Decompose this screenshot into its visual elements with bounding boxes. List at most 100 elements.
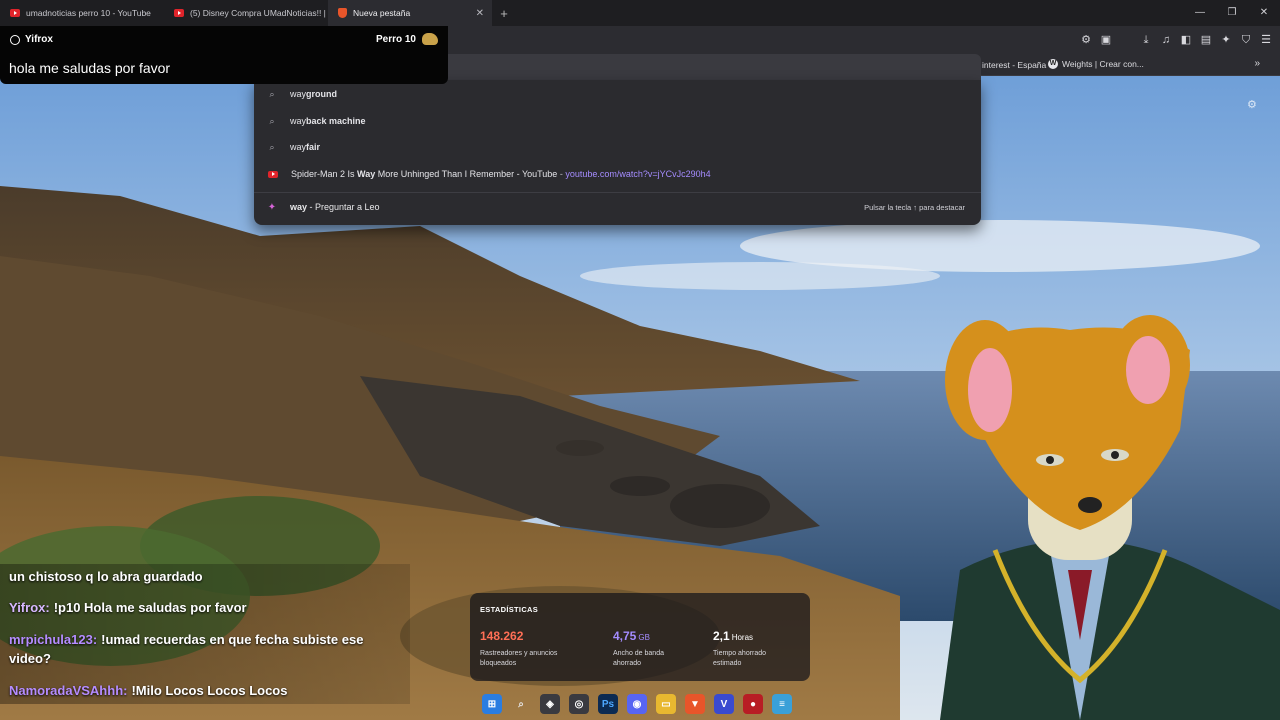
youtube-icon — [268, 170, 278, 178]
suggestion-youtube-video[interactable]: Spider-Man 2 Is Way More Unhinged Than I… — [254, 161, 981, 187]
separator — [1118, 32, 1134, 48]
bookmark-pinterest[interactable]: interest - España — [982, 60, 1046, 70]
stats-title: ESTADÍSTICAS — [480, 605, 539, 614]
suggestion-title-match: Way — [357, 169, 376, 179]
bookmark-label: Weights | Crear con... — [1062, 59, 1144, 69]
stat-desc: bloqueados — [480, 660, 517, 667]
tab-label: Nueva pestaña — [353, 8, 411, 18]
brave-icon — [338, 8, 347, 18]
chat-line: mrpichula123: !umad recuerdas en que fech… — [9, 630, 404, 668]
youtube-icon — [10, 9, 20, 17]
suggestion-title-pre: Spider-Man 2 Is — [291, 169, 358, 179]
suggestion-wayfair[interactable]: ⌕ way fair — [254, 134, 981, 160]
suggestion-completion: back machine — [306, 116, 366, 126]
stat-unit: Horas — [731, 633, 754, 642]
stream-chat-log: un chistoso q lo abra guardado Yifrox: !p… — [0, 564, 410, 704]
notepad-icon[interactable]: ≡ — [772, 694, 792, 714]
record-icon[interactable]: ● — [743, 694, 763, 714]
suggestion-prefix: way — [290, 89, 307, 99]
stat-value: 4,75 — [613, 629, 637, 643]
stat-unit: GB — [638, 633, 650, 642]
tab-disney[interactable]: (5) Disney Compra UMadNoticias!! | — [164, 0, 328, 26]
tab-label: (5) Disney Compra UMadNoticias!! | — [190, 8, 326, 18]
suggestion-completion: ground — [306, 89, 338, 99]
download-icon[interactable]: ⤓ — [1138, 32, 1154, 48]
stat-time: 2,1 Horas Tiempo ahorrado estimado — [713, 627, 766, 669]
obs-icon[interactable]: ◎ — [569, 694, 589, 714]
sidebar-icon[interactable]: ◧ — [1178, 32, 1194, 48]
youtube-icon — [174, 9, 184, 17]
leo-action: Preguntar a Leo — [315, 202, 380, 212]
search-icon: ⌕ — [269, 115, 275, 126]
tab-umadnoticias[interactable]: umadnoticias perro 10 - YouTube — [0, 0, 164, 26]
stat-bandwidth: 4,75 GB Ancho de banda ahorrado — [613, 627, 664, 669]
leo-icon[interactable]: ✦ — [1218, 32, 1234, 48]
extensions-icon[interactable]: ⚙ — [1078, 32, 1094, 48]
discord-icon[interactable]: ◉ — [627, 694, 647, 714]
windows-taskbar: ⊞ ⌕ ◈ ◎ Ps ◉ ▭ ▼ V ● ≡ — [482, 692, 792, 716]
bookmark-weights[interactable]: W Weights | Crear con... — [1048, 59, 1144, 69]
close-window-icon[interactable]: ✕ — [1248, 0, 1280, 26]
stat-desc: Ancho de banda — [613, 650, 664, 657]
suggestion-completion: fair — [306, 142, 321, 152]
window-controls: — ❐ ✕ — [1184, 0, 1280, 26]
omnibox-suggestions: ⌕ way ground ⌕ way back machine ⌕ way fair … — [254, 80, 981, 225]
stat-value: 2,1 — [713, 629, 730, 643]
unity-icon[interactable]: ◈ — [540, 694, 560, 714]
search-icon[interactable]: ⌕ — [511, 694, 531, 714]
chat-text: !Milo Locos Locos Locos — [131, 683, 288, 698]
stat-desc: estimado — [713, 660, 742, 667]
chat-line: Yifrox: !p10 Hola me saludas por favor — [9, 598, 404, 617]
chat-nick: Yifrox: — [9, 600, 50, 615]
settings-gear-icon[interactable]: ⚙ — [1247, 98, 1257, 111]
tab-label: umadnoticias perro 10 - YouTube — [26, 8, 151, 18]
v-app-icon[interactable]: V — [714, 694, 734, 714]
popup-user: Yifrox — [10, 34, 53, 45]
minimize-icon[interactable]: — — [1184, 0, 1216, 26]
stats-widget: ESTADÍSTICAS 148.262 Rastreadores y anun… — [470, 593, 810, 681]
tab-search-icon[interactable]: ▣ — [1098, 32, 1114, 48]
tab-new-tab[interactable]: Nueva pestaña ✕ — [328, 0, 492, 26]
suggestion-wayground[interactable]: ⌕ way ground — [254, 81, 981, 107]
windows-start-icon[interactable]: ⊞ — [482, 694, 502, 714]
chat-line: NamoradaVSAhhh: !Milo Locos Locos Locos — [9, 681, 404, 700]
photoshop-icon[interactable]: Ps — [598, 694, 618, 714]
search-icon: ⌕ — [269, 88, 275, 99]
chat-text: un chistoso q lo abra guardado — [9, 569, 203, 584]
shield-icon[interactable]: ⛉ — [1238, 32, 1254, 48]
suggestion-wayback-machine[interactable]: ⌕ way back machine — [254, 108, 981, 134]
stat-desc: Rastreadores y anuncios — [480, 650, 558, 657]
tab-strip: umadnoticias perro 10 - YouTube (5) Disn… — [0, 0, 1280, 26]
popup-username: Yifrox — [25, 34, 53, 45]
wallet-icon[interactable]: ▤ — [1198, 32, 1214, 48]
vtuber-avatar — [880, 310, 1280, 720]
popup-reward-label: Perro 10 — [375, 33, 416, 45]
suggestion-separator: - — [557, 169, 566, 179]
leo-hint: Pulsar la tecla ↑ para destacar — [864, 202, 965, 212]
suggestion-ask-leo[interactable]: ✦ way - Preguntar a Leo Pulsar la tecla … — [254, 193, 981, 221]
file-explorer-icon[interactable]: ▭ — [656, 694, 676, 714]
chat-nick: NamoradaVSAhhh: — [9, 683, 128, 698]
leo-icon: ✦ — [267, 201, 277, 213]
menu-icon[interactable]: ☰ — [1258, 32, 1274, 48]
new-tab-button[interactable]: + — [492, 6, 516, 21]
restore-icon[interactable]: ❐ — [1216, 0, 1248, 26]
bookmarks-overflow-icon[interactable]: » — [1254, 58, 1260, 69]
dog-icon — [422, 33, 438, 45]
suggestion-title-post: More Unhinged Than I Remember - YouTube — [375, 169, 558, 179]
stat-desc: ahorrado — [613, 660, 642, 667]
chat-line: un chistoso q lo abra guardado — [9, 567, 404, 586]
toolbar-icons: ⚙ ▣ ⤓ ♫ ◧ ▤ ✦ ⛉ ☰ — [1078, 32, 1274, 48]
close-tab-icon[interactable]: ✕ — [476, 8, 484, 19]
popup-message: hola me saludas por favor — [9, 60, 171, 76]
brave-icon[interactable]: ▼ — [685, 694, 705, 714]
leo-separator: - — [307, 202, 316, 212]
suggestion-prefix: way — [290, 116, 307, 126]
weights-icon: W — [1048, 59, 1058, 69]
music-icon[interactable]: ♫ — [1158, 32, 1174, 48]
chat-text: !p10 Hola me saludas por favor — [53, 600, 247, 615]
popup-reward: Perro 10 — [376, 33, 438, 45]
suggestion-url: youtube.com/watch?v=jYCvJc290h4 — [565, 169, 711, 179]
chat-reward-popup: Yifrox Perro 10 hola me saludas por favo… — [0, 26, 448, 84]
stat-desc: Tiempo ahorrado — [713, 650, 767, 657]
